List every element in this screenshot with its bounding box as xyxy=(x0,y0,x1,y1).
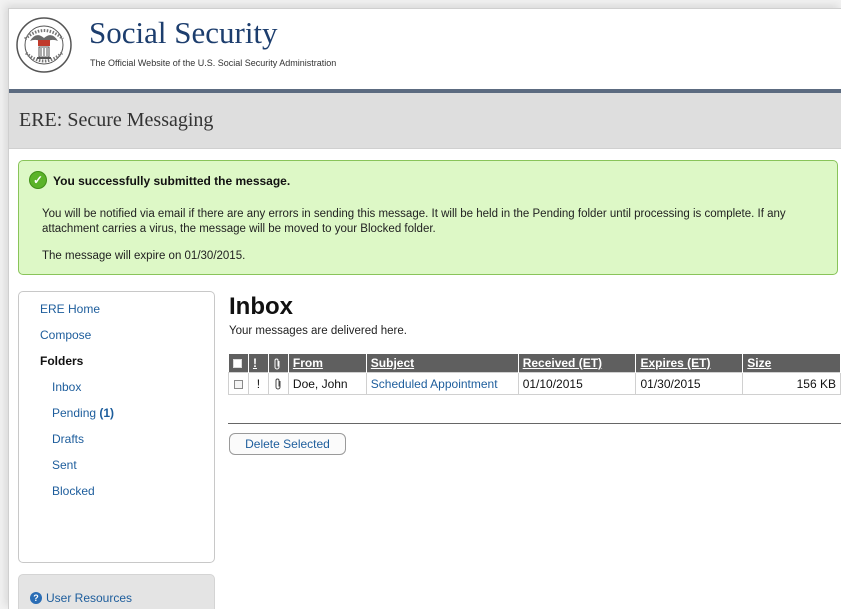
page-title-band: ERE: Secure Messaging xyxy=(9,93,841,149)
column-header-size[interactable]: Size xyxy=(742,354,841,373)
alert-title: You successfully submitted the message. xyxy=(53,174,291,188)
row-expires: 01/30/2015 xyxy=(635,372,744,395)
user-resources-panel[interactable]: ? User Resources xyxy=(18,574,215,609)
row-checkbox[interactable] xyxy=(233,379,243,389)
row-size: 156 KB xyxy=(742,372,841,395)
sidebar-item-sent[interactable]: Sent xyxy=(52,458,77,472)
sidebar-item-drafts[interactable]: Drafts xyxy=(52,432,84,446)
sidebar-item-blocked[interactable]: Blocked xyxy=(52,484,95,498)
user-resources-link[interactable]: User Resources xyxy=(46,591,132,605)
select-all-checkbox[interactable] xyxy=(232,359,242,369)
select-all-cell xyxy=(228,354,249,373)
row-from: Doe, John xyxy=(287,372,367,395)
pending-count-badge: (1) xyxy=(99,406,115,420)
site-header: Social Security The Official Website of … xyxy=(9,9,841,89)
sidebar-item-ere-home[interactable]: ERE Home xyxy=(40,302,100,316)
sidebar-item-pending[interactable]: Pending (1) xyxy=(52,406,114,420)
messages-table: ! From Subject Received (ET) Expires (ET… xyxy=(228,354,841,395)
table-row[interactable]: ! Doe, John Scheduled Appointment 01/10/… xyxy=(228,372,841,395)
column-header-attachment[interactable] xyxy=(268,354,289,373)
site-tagline: The Official Website of the U.S. Social … xyxy=(90,58,337,68)
ssa-seal-icon[interactable] xyxy=(16,17,72,73)
inbox-subtitle: Your messages are delivered here. xyxy=(229,325,407,337)
alert-body: You will be notified via email if there … xyxy=(42,208,786,235)
page-title: ERE: Secure Messaging xyxy=(19,109,214,131)
inbox-title: Inbox xyxy=(229,293,293,320)
site-title[interactable]: Social Security xyxy=(89,15,278,51)
column-header-priority[interactable]: ! xyxy=(248,354,269,373)
paperclip-icon xyxy=(274,358,280,370)
column-header-subject[interactable]: Subject xyxy=(366,354,519,373)
row-subject-link[interactable]: Scheduled Appointment xyxy=(371,377,498,391)
row-subject-cell: Scheduled Appointment xyxy=(365,372,519,395)
row-select-cell xyxy=(228,372,249,395)
column-header-received[interactable]: Received (ET) xyxy=(518,354,637,373)
column-header-from[interactable]: From xyxy=(288,354,367,373)
browser-page: Social Security The Official Website of … xyxy=(8,8,841,609)
success-alert: ✓ You successfully submitted the message… xyxy=(18,160,838,275)
sidebar-item-inbox[interactable]: Inbox xyxy=(52,380,81,394)
sidebar-item-compose[interactable]: Compose xyxy=(40,328,91,342)
table-header-row: ! From Subject Received (ET) Expires (ET… xyxy=(228,354,841,373)
row-attachment-cell xyxy=(267,372,289,395)
row-received: 01/10/2015 xyxy=(517,372,637,395)
sidebar-folders-heading: Folders xyxy=(40,354,84,368)
delete-selected-button[interactable]: Delete Selected xyxy=(229,433,346,455)
sidebar-item-pending-label: Pending xyxy=(52,406,97,420)
table-divider xyxy=(228,423,841,424)
paperclip-icon xyxy=(275,378,281,390)
column-header-expires[interactable]: Expires (ET) xyxy=(635,354,744,373)
row-priority: ! xyxy=(247,372,269,395)
alert-expiration: The message will expire on 01/30/2015. xyxy=(42,250,246,262)
check-circle-icon: ✓ xyxy=(29,171,47,189)
sidebar-nav: ERE Home Compose Folders Inbox Pending (… xyxy=(18,291,215,563)
help-icon: ? xyxy=(30,592,42,604)
